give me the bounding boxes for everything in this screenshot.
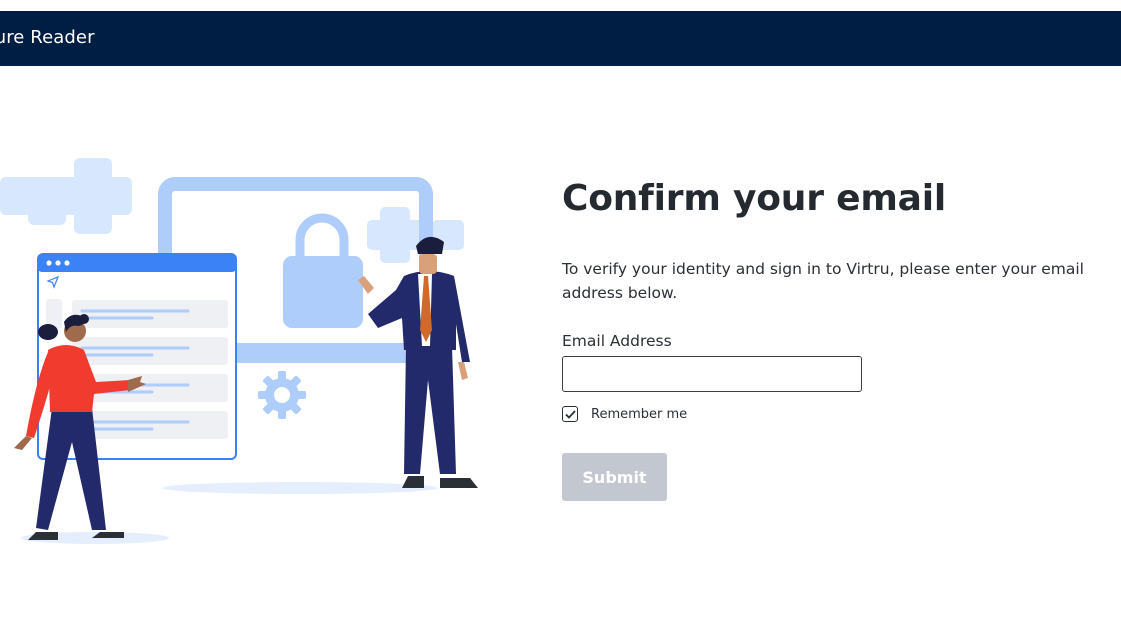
remember-me-row[interactable]: Remember me (562, 405, 1121, 423)
gear-icon (258, 371, 306, 419)
remember-me-label[interactable]: Remember me (591, 407, 687, 422)
check-icon (564, 409, 576, 419)
app-title: Secure Reader (0, 27, 95, 48)
top-strip (0, 0, 1121, 11)
email-label: Email Address (562, 332, 672, 350)
remember-me-checkbox[interactable] (562, 406, 578, 422)
app-header: Secure Reader (0, 11, 1121, 66)
email-field[interactable] (562, 356, 862, 392)
cross-shapes-icon (0, 158, 464, 263)
page-title: Confirm your email (562, 178, 946, 219)
submit-button[interactable]: Submit (562, 453, 667, 501)
instructions-text: To verify your identity and sign in to V… (562, 260, 1084, 302)
security-illustration (0, 158, 478, 544)
lock-icon (283, 213, 363, 328)
confirm-email-form: Confirm your email To verify your identi… (562, 176, 1121, 501)
